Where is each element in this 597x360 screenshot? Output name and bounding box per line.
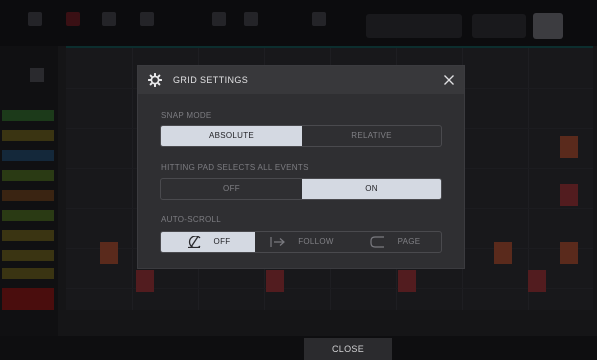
track-icon: [30, 68, 44, 82]
track-label: [2, 288, 54, 310]
track-list: [0, 46, 58, 336]
hitting-pad-on-option[interactable]: ON: [302, 179, 441, 199]
snap-mode-label: SNAP MODE: [161, 111, 212, 120]
gear-icon: [148, 73, 162, 87]
toolbar-icon: [244, 12, 258, 26]
grid-event: [136, 270, 154, 292]
track-label: [2, 190, 54, 201]
toolbar-icon: [102, 12, 116, 26]
hitting-pad-off-option[interactable]: OFF: [161, 179, 302, 199]
track-label: [2, 110, 54, 121]
toolbar-group: [366, 14, 462, 38]
track-label: [2, 170, 54, 181]
toolbar-icon: [212, 12, 226, 26]
follow-arrow-icon: [270, 236, 286, 247]
dialog-header: GRID SETTINGS: [138, 66, 464, 94]
grid-event: [560, 242, 578, 264]
grid-event: [560, 184, 578, 206]
auto-scroll-off-option[interactable]: OFF: [161, 232, 255, 252]
snap-mode-selector: ABSOLUTE RELATIVE: [160, 125, 442, 147]
dialog-title: GRID SETTINGS: [173, 75, 249, 85]
snap-absolute-option[interactable]: ABSOLUTE: [161, 126, 302, 146]
auto-scroll-follow-option[interactable]: FOLLOW: [255, 232, 349, 252]
record-icon: [66, 12, 80, 26]
toolbar-icon: [140, 12, 154, 26]
toolbar-group: [472, 14, 526, 38]
toolbar-square-button: [533, 13, 563, 39]
top-toolbar: [0, 0, 597, 46]
auto-scroll-page-label: PAGE: [397, 237, 421, 246]
toolbar-icon: [28, 12, 42, 26]
grid-settings-dialog: GRID SETTINGS SNAP MODE ABSOLUTE RELATIV…: [137, 65, 465, 269]
auto-scroll-follow-label: FOLLOW: [298, 237, 334, 246]
hitting-pad-label: HITTING PAD SELECTS ALL EVENTS: [161, 163, 309, 172]
auto-scroll-off-label: OFF: [213, 237, 231, 246]
hitting-pad-selector: OFF ON: [160, 178, 442, 200]
track-label: [2, 250, 54, 261]
grid-event: [266, 270, 284, 292]
grid-event: [560, 136, 578, 158]
grid-event: [528, 270, 546, 292]
close-icon[interactable]: [442, 73, 456, 87]
snap-relative-option[interactable]: RELATIVE: [302, 126, 441, 146]
auto-scroll-selector: OFF FOLLOW PAGE: [160, 231, 442, 253]
auto-scroll-label: AUTO-SCROLL: [161, 215, 222, 224]
scroll-off-icon: [187, 235, 201, 248]
track-label: [2, 130, 54, 141]
grid-event: [398, 270, 416, 292]
track-label: [2, 150, 54, 161]
track-label: [2, 230, 54, 241]
zoom-icon: [312, 12, 326, 26]
track-label: [2, 268, 54, 279]
auto-scroll-page-option[interactable]: PAGE: [349, 232, 441, 252]
grid-event: [100, 242, 118, 264]
page-icon: [369, 236, 384, 248]
close-button[interactable]: CLOSE: [304, 338, 392, 360]
bottom-bar: [0, 336, 597, 360]
track-label: [2, 210, 54, 221]
grid-event: [494, 242, 512, 264]
